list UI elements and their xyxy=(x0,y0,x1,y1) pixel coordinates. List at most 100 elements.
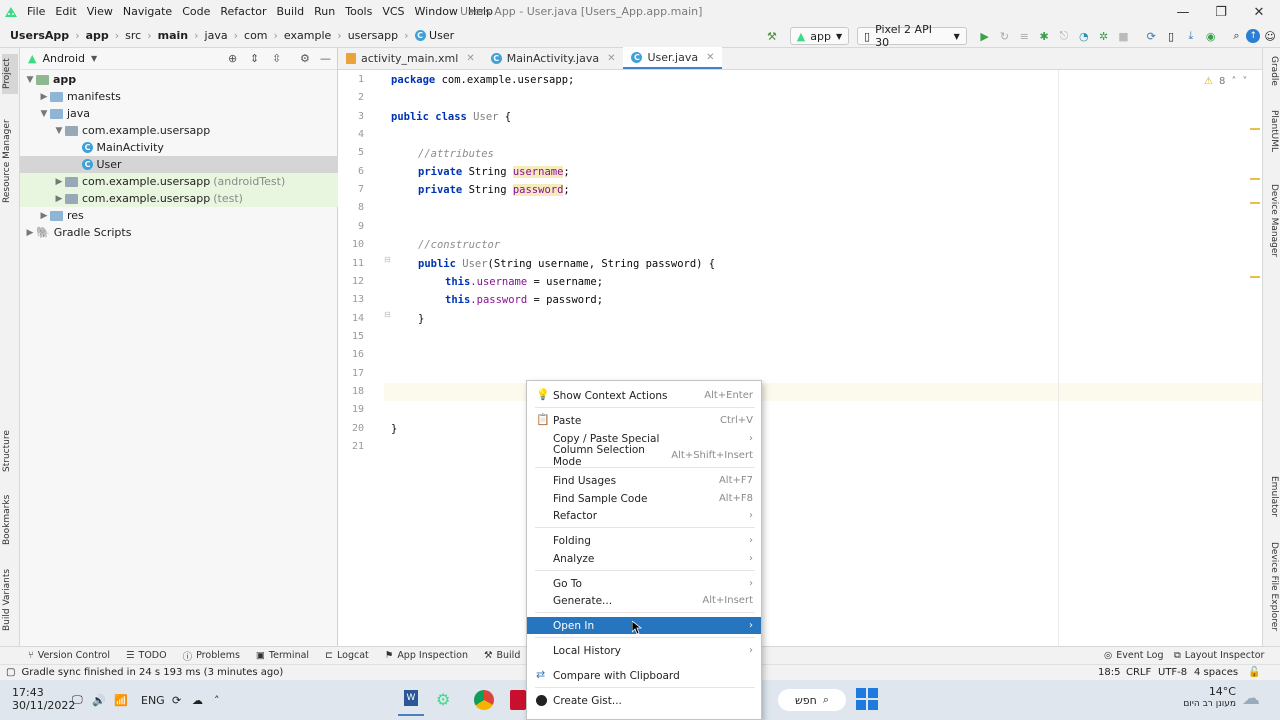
menu-item-open-in[interactable]: Open In › xyxy=(527,617,761,634)
device-select[interactable]: ▯ Pixel 2 API 30 ▼ xyxy=(857,23,967,49)
chevron-right-icon[interactable]: ▶ xyxy=(24,228,36,238)
device-manager-icon[interactable]: ▯ xyxy=(1161,24,1181,48)
line-number[interactable]: 18 xyxy=(338,383,384,401)
line-number[interactable]: 9 xyxy=(338,218,384,236)
side-tab-emulator[interactable]: Emulator xyxy=(1265,476,1279,526)
close-window-button[interactable]: ✕ xyxy=(1240,0,1278,24)
assistant-icon[interactable]: ◉ xyxy=(1201,24,1221,48)
tree-item-package-test[interactable]: ▶ com.example.usersapp (test) xyxy=(20,190,338,207)
weather-widget[interactable]: 14°C מעונן רב היום xyxy=(1180,685,1236,711)
attach-debugger-icon[interactable]: ⎋ xyxy=(1054,24,1074,48)
menu-item-find-sample-code[interactable]: Find Sample Code Alt+F8 xyxy=(527,490,761,507)
locate-icon[interactable]: ⊕ xyxy=(228,52,237,65)
tool-layout-inspector[interactable]: ⧉ Layout Inspector xyxy=(1166,650,1272,661)
inspection-widget[interactable]: ⚠ 8 ˄ ˅ xyxy=(1204,76,1247,87)
minimize-button[interactable]: — xyxy=(1164,0,1202,24)
run-config-select[interactable]: ▲ app ▼ xyxy=(789,27,850,45)
warning-stripe-mark[interactable] xyxy=(1250,276,1260,278)
line-number[interactable]: 13 xyxy=(338,291,384,309)
search-icon[interactable]: ⌕ xyxy=(1227,24,1247,48)
stop-icon[interactable]: ■ xyxy=(1114,24,1134,48)
menu-edit[interactable]: Edit xyxy=(50,0,81,24)
side-tab-resource-manager[interactable]: Resource Manager xyxy=(2,116,18,206)
side-tab-gradle[interactable]: Gradle xyxy=(1265,56,1279,100)
chevron-down-icon[interactable]: ▼ xyxy=(53,126,65,136)
volume-icon[interactable]: 🔊 xyxy=(92,694,106,707)
meet-now-icon[interactable]: 🖵 xyxy=(72,693,83,707)
menu-item-generate[interactable]: Generate... Alt+Insert xyxy=(527,592,761,609)
start-button[interactable] xyxy=(856,688,878,710)
chevron-right-icon[interactable]: ▶ xyxy=(38,92,50,102)
line-number[interactable]: 3 xyxy=(338,108,384,126)
line-number[interactable]: 1 xyxy=(338,71,384,89)
menu-vcs[interactable]: VCS xyxy=(377,0,409,24)
chevron-down-icon[interactable]: ▼ xyxy=(91,54,97,63)
sync-gradle-icon[interactable]: ⟳ xyxy=(1141,24,1161,48)
line-number[interactable]: 7 xyxy=(338,181,384,199)
close-tab-icon[interactable]: ✕ xyxy=(706,52,714,63)
menu-item-find-usages[interactable]: Find Usages Alt+F7 xyxy=(527,472,761,489)
tab-mainactivity-java[interactable]: C MainActivity.java ✕ xyxy=(483,47,624,69)
menu-item-analyze[interactable]: Analyze › xyxy=(527,550,761,567)
line-number[interactable]: 12 xyxy=(338,273,384,291)
attach-process-icon[interactable]: ✲ xyxy=(1094,24,1114,48)
menu-build[interactable]: Build xyxy=(272,0,310,24)
hide-panel-icon[interactable]: — xyxy=(320,52,331,65)
line-number[interactable]: 19 xyxy=(338,401,384,419)
expand-all-icon[interactable]: ⇕ xyxy=(250,52,259,65)
side-tab-plantuml[interactable]: PlantUML xyxy=(1265,110,1279,166)
menu-file[interactable]: File xyxy=(22,0,50,24)
line-number[interactable]: 8 xyxy=(338,199,384,217)
run-icon[interactable]: ▶ xyxy=(975,24,995,48)
crumb-usersapp[interactable]: usersapp xyxy=(348,29,398,42)
menu-code[interactable]: Code xyxy=(177,0,215,24)
warning-stripe-mark[interactable] xyxy=(1250,178,1260,180)
menu-item-folding[interactable]: Folding › xyxy=(527,532,761,549)
chevron-down-icon[interactable]: ▼ xyxy=(38,109,50,119)
wifi-icon[interactable]: 📶 xyxy=(114,694,128,707)
tree-item-app[interactable]: ▼ app xyxy=(20,71,338,88)
taskbar-app-red-icon[interactable] xyxy=(510,690,526,710)
chevron-right-icon[interactable]: ▶ xyxy=(38,211,50,221)
account-icon[interactable]: ☺ xyxy=(1260,24,1280,48)
menu-navigate[interactable]: Navigate xyxy=(118,0,177,24)
profile-icon[interactable]: ◔ xyxy=(1074,24,1094,48)
rerun-icon[interactable]: ↻ xyxy=(995,24,1015,48)
warning-stripe-mark[interactable] xyxy=(1250,128,1260,130)
menu-item-local-history[interactable]: Local History › xyxy=(527,642,761,659)
side-tab-device-file-explorer[interactable]: Device File Explorer xyxy=(1265,542,1279,638)
menu-run[interactable]: Run xyxy=(309,0,340,24)
tool-build[interactable]: ⚒ Build xyxy=(476,650,528,661)
project-view-select[interactable]: Android xyxy=(42,52,85,65)
line-separator[interactable]: CRLF xyxy=(1126,667,1151,678)
indent-setting[interactable]: 4 spaces xyxy=(1194,667,1238,678)
menu-item-create-gist[interactable]: Create Gist... xyxy=(527,692,761,709)
tree-item-package-androidtest[interactable]: ▶ com.example.usersapp (androidTest) xyxy=(20,173,338,190)
chevron-up-icon[interactable]: ˄ xyxy=(1231,76,1236,87)
lock-icon[interactable]: 🔓 xyxy=(1248,667,1260,678)
show-hidden-icons-icon[interactable]: ˄ xyxy=(214,694,220,707)
crumb-java[interactable]: java xyxy=(205,29,228,42)
chevron-down-icon[interactable]: ˅ xyxy=(1242,76,1247,87)
onedrive-icon[interactable]: ☁ xyxy=(192,694,203,707)
menu-view[interactable]: View xyxy=(82,0,118,24)
taskbar-app-chrome-icon[interactable] xyxy=(474,690,494,710)
tool-terminal[interactable]: ▣ Terminal xyxy=(248,650,317,661)
status-square-icon[interactable]: ▢ xyxy=(6,667,15,678)
taskbar-app-android-studio-icon[interactable]: ⚙ xyxy=(436,690,456,710)
crumb-user[interactable]: User xyxy=(429,29,454,42)
line-number[interactable]: 16 xyxy=(338,346,384,364)
crumb-com[interactable]: com xyxy=(244,29,268,42)
chevron-right-icon[interactable]: ▶ xyxy=(53,194,65,204)
line-number[interactable]: 11 xyxy=(338,255,384,273)
line-number[interactable]: 20 xyxy=(338,420,384,438)
menu-item-paste[interactable]: 📋 Paste Ctrl+V xyxy=(527,412,761,429)
sync-icon[interactable]: ⟳ xyxy=(172,694,181,707)
menu-window[interactable]: Window xyxy=(410,0,463,24)
menu-tools[interactable]: Tools xyxy=(340,0,377,24)
tab-activity-main-xml[interactable]: activity_main.xml ✕ xyxy=(338,47,483,69)
menu-item-refactor[interactable]: Refactor › xyxy=(527,507,761,524)
line-number[interactable]: 14 xyxy=(338,310,384,328)
clock[interactable]: 17:43 30/11/2022 xyxy=(12,686,75,712)
debug-icon[interactable]: ✱ xyxy=(1034,24,1054,48)
